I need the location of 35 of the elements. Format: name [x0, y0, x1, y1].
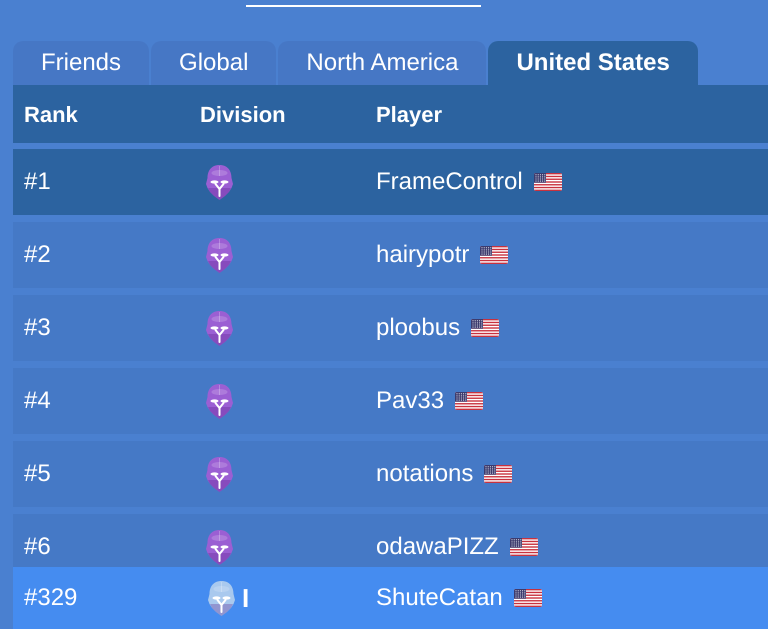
tab[interactable]: United States — [488, 41, 698, 85]
tab[interactable]: North America — [278, 41, 486, 85]
flag-icon — [471, 319, 500, 337]
flag-icon — [480, 246, 508, 264]
player-name: FrameControl — [376, 168, 523, 196]
rank-text: #4 — [24, 387, 52, 415]
flag-icon — [514, 589, 542, 607]
leaderboard-row[interactable]: #2 hairypotr — [13, 222, 768, 288]
flag-icon — [534, 173, 562, 191]
player-name: Pav33 — [376, 387, 444, 415]
rank-text: #5 — [24, 460, 52, 488]
rank-text: #6 — [24, 533, 52, 561]
player-name: hairypotr — [376, 241, 470, 269]
rank-text: #1 — [24, 168, 52, 196]
column-header: Rank — [24, 100, 79, 128]
tab[interactable]: Global — [151, 41, 276, 85]
leaderboard-row[interactable]: #5 notations — [13, 441, 768, 507]
flag-icon — [455, 392, 484, 410]
leaderboard-row[interactable]: #3 ploobus — [13, 295, 768, 361]
leaderboard-row[interactable]: #1 FrameControl — [13, 149, 768, 215]
column-header: Division — [200, 100, 287, 128]
rank-text: #2 — [24, 241, 52, 269]
column-header: Player — [376, 100, 444, 129]
flag-icon — [510, 538, 538, 556]
player-name: odawaPIZZ — [376, 533, 499, 561]
player-name: ShuteCatan — [376, 584, 503, 612]
flag-icon — [484, 465, 512, 483]
leaderboard-row[interactable]: #6 odawaPIZZ — [13, 514, 768, 567]
rank-text: #3 — [24, 314, 52, 342]
tier-text: I — [242, 585, 250, 611]
leaderboard-row[interactable]: #4 Pav33 — [13, 368, 768, 434]
player-name: notations — [376, 460, 474, 488]
rank-text: #329 — [24, 584, 78, 612]
tab[interactable]: Friends — [13, 41, 150, 85]
player-name: ploobus — [376, 314, 460, 342]
